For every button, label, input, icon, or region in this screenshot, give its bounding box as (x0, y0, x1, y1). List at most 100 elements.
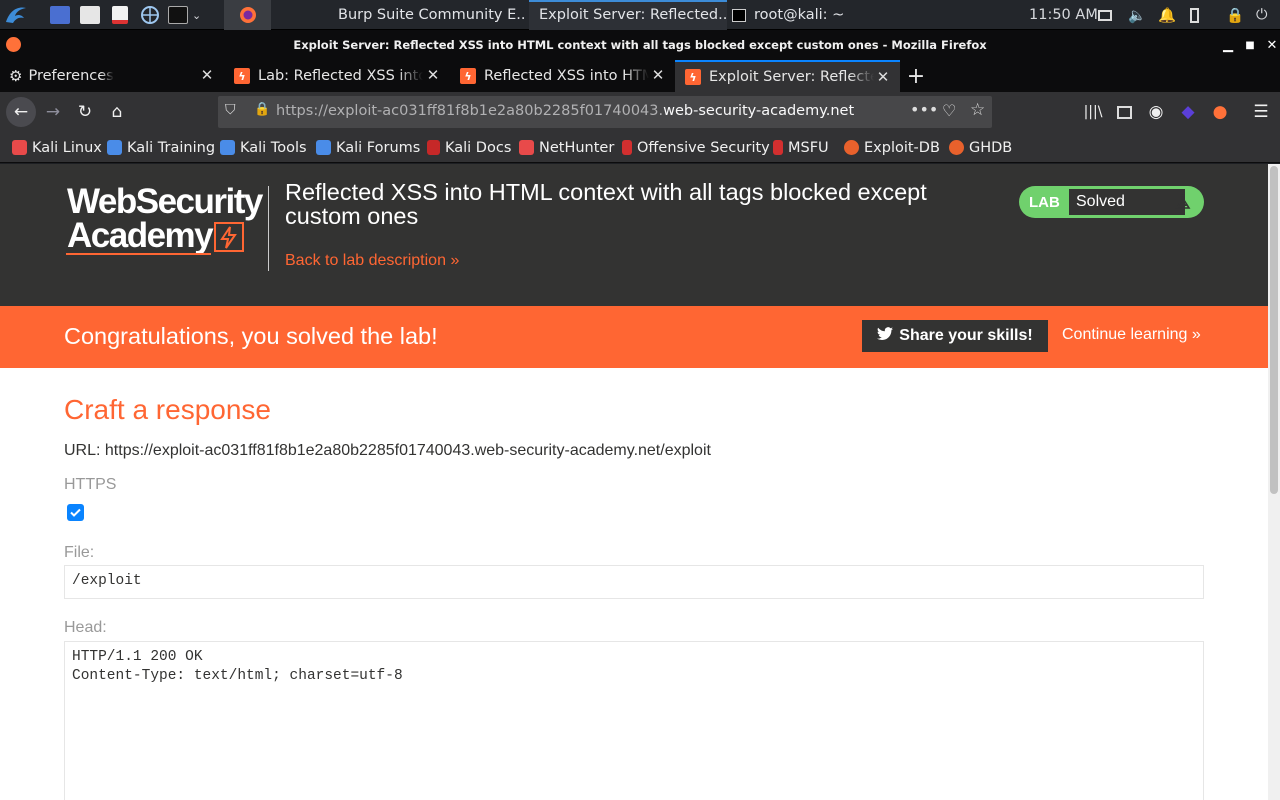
bookmark-kali-tools[interactable]: Kali Tools (220, 132, 307, 163)
minimize-icon[interactable]: ▁ (1217, 30, 1239, 60)
close-tab-icon[interactable]: ✕ (874, 68, 892, 86)
home-button[interactable]: ⌂ (104, 99, 130, 125)
bookmark-kali-training[interactable]: Kali Training (107, 132, 215, 163)
kali-menu-icon[interactable] (4, 0, 28, 30)
portswigger-favicon-icon: ϟ (460, 68, 476, 84)
lab-status-widget: LAB Solved (1019, 186, 1204, 218)
double-chevron-right-icon: » (450, 252, 460, 269)
close-tab-icon[interactable]: ✕ (198, 66, 216, 84)
lab-badge: LAB (1029, 194, 1060, 211)
tab-strip: ⚙ Preferences ✕ ϟ Lab: Reflected XSS int… (0, 60, 1280, 92)
power-icon[interactable]: ⏻ (1256, 0, 1267, 30)
web-security-academy-logo[interactable]: WebSecurity Academy (64, 184, 269, 279)
hamburger-menu-icon[interactable]: ☰ (1248, 99, 1274, 125)
nethunter-icon (519, 140, 534, 155)
firefox-window-icon (6, 37, 21, 52)
tab-preferences[interactable]: ⚙ Preferences ✕ (0, 60, 224, 92)
file-manager-icon[interactable] (80, 0, 100, 30)
status-box: Solved (1069, 189, 1185, 215)
web-browser-icon[interactable] (140, 0, 160, 30)
bookmark-nethunter[interactable]: NetHunter (519, 132, 614, 163)
bookmarks-toolbar: Kali Linux Kali Training Kali Tools Kali… (0, 132, 1280, 163)
tab-lab[interactable]: ϟ Lab: Reflected XSS into HTML context ✕ (224, 60, 450, 92)
bookmark-ghdb[interactable]: GHDB (949, 132, 1012, 163)
tab-exploit-server[interactable]: ϟ Exploit Server: Reflected XSS ✕ (675, 60, 900, 92)
taskbar-window-label: Burp Suite Community E... (338, 7, 525, 23)
bookmark-label: Kali Forums (336, 139, 421, 156)
page-actions-icon[interactable]: ••• (910, 100, 938, 119)
new-tab-button[interactable]: + (902, 60, 930, 92)
battery-icon[interactable] (1190, 0, 1199, 30)
account-icon[interactable]: ◉ (1143, 99, 1169, 125)
flask-icon (1174, 193, 1192, 211)
foxyproxy-icon[interactable]: ● (1207, 99, 1233, 125)
reload-button[interactable]: ↻ (72, 99, 98, 125)
library-icon[interactable]: |||\ (1080, 99, 1106, 125)
url-prefix: https://exploit-ac031ff81f8b1e2a80b2285f… (276, 103, 664, 119)
back-button[interactable]: ← (6, 97, 36, 127)
kali-tools-icon (220, 140, 235, 155)
scrollbar-thumb[interactable] (1270, 166, 1278, 494)
portswigger-favicon-icon: ϟ (685, 69, 701, 85)
firefox-launcher-icon[interactable] (224, 0, 271, 30)
tab-label: Exploit Server: Reflected XSS (709, 69, 874, 85)
show-desktop-icon[interactable] (50, 0, 70, 30)
notification-bell-icon[interactable]: 🔔 (1158, 0, 1176, 30)
page-scrollbar[interactable] (1268, 164, 1280, 800)
chevron-down-icon[interactable]: ⌄ (192, 9, 201, 22)
taskbar-window-label: root@kali: ~ (754, 7, 845, 23)
bookmark-exploit-db[interactable]: Exploit-DB (844, 132, 940, 163)
continue-learning-link[interactable]: Continue learning » (1062, 326, 1201, 344)
clock[interactable]: 11:50 AM (1029, 0, 1098, 30)
window-titlebar: Exploit Server: Reflected XSS into HTML … (0, 30, 1280, 60)
pocket-icon[interactable]: ♡ (942, 101, 956, 120)
share-skills-button[interactable]: Share your skills! (862, 320, 1048, 352)
bookmark-label: Kali Linux (32, 139, 102, 156)
sidebar-icon[interactable] (1111, 99, 1137, 125)
kali-docs-icon (427, 140, 440, 155)
bookmark-offensive-security[interactable]: Offensive Security (622, 132, 770, 163)
exploit-db-icon (844, 140, 859, 155)
volume-icon[interactable]: 🔈 (1128, 0, 1146, 30)
close-window-icon[interactable]: ✕ (1261, 30, 1280, 60)
tab-label: Lab: Reflected XSS into HTML context (258, 68, 423, 84)
bookmark-kali-docs[interactable]: Kali Docs (427, 132, 511, 163)
taskbar-window-terminal[interactable]: root@kali: ~ (732, 0, 852, 30)
congrats-banner: Congratulations, you solved the lab! Sha… (0, 306, 1268, 368)
lab-header: WebSecurity Academy Reflected XSS into H… (0, 164, 1268, 306)
bookmark-kali-linux[interactable]: Kali Linux (12, 132, 102, 163)
back-to-lab-link[interactable]: Back to lab description » (285, 252, 459, 270)
text-editor-icon[interactable] (112, 0, 128, 30)
msfu-icon (773, 140, 783, 155)
forward-button[interactable]: → (40, 99, 66, 125)
shield-icon[interactable]: ⛉ (225, 102, 236, 118)
bookmark-label: Kali Docs (445, 139, 512, 156)
taskbar-window-label: Exploit Server: Reflected... (539, 7, 727, 23)
bookmark-label: Exploit-DB (864, 139, 940, 156)
tab-reflected-xss[interactable]: ϟ Reflected XSS into HTML context ✕ (450, 60, 675, 92)
display-icon[interactable] (1098, 0, 1112, 30)
kali-forums-icon (316, 140, 331, 155)
logo-line-2: Academy (67, 216, 214, 255)
terminal-icon[interactable]: ⌄ (168, 0, 201, 30)
gear-icon: ⚙ (9, 67, 23, 85)
taskbar-window-burp[interactable]: Burp Suite Community E... (330, 0, 525, 30)
taskbar-window-firefox[interactable]: Exploit Server: Reflected... (529, 0, 727, 30)
file-input[interactable]: /exploit (64, 565, 1204, 599)
maximize-icon[interactable]: ■ (1239, 30, 1261, 60)
https-checkbox[interactable] (67, 504, 84, 521)
url-text[interactable]: https://exploit-ac031ff81f8b1e2a80b2285f… (276, 103, 854, 119)
close-tab-icon[interactable]: ✕ (649, 66, 667, 84)
head-line: HTTP/1.1 200 OK (72, 649, 203, 665)
head-textarea[interactable]: HTTP/1.1 200 OK Content-Type: text/html; … (64, 641, 1204, 800)
bookmark-kali-forums[interactable]: Kali Forums (316, 132, 420, 163)
extension-icon[interactable]: ◆ (1175, 99, 1201, 125)
lock-icon[interactable]: 🔒 (1226, 0, 1244, 30)
plus-icon: + (906, 63, 926, 89)
bookmark-star-icon[interactable]: ☆ (970, 100, 985, 120)
bookmark-msfu[interactable]: MSFU (773, 132, 829, 163)
url-bar[interactable]: ⛉ 🔒 https://exploit-ac031ff81f8b1e2a80b2… (218, 96, 992, 128)
close-tab-icon[interactable]: ✕ (424, 66, 442, 84)
bookmark-label: GHDB (969, 139, 1013, 156)
padlock-icon[interactable]: 🔒 (254, 102, 270, 117)
